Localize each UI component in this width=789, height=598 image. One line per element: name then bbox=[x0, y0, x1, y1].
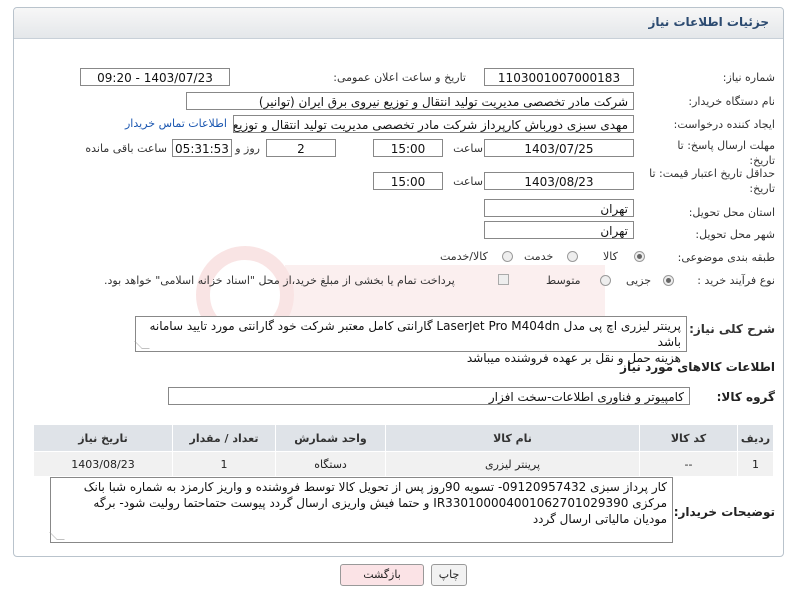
table-row: 1 -- پرینتر لیزری دستگاه 1 1403/08/23 bbox=[33, 451, 774, 477]
summary-line-2: هزینه حمل و نقل بر عهده فروشنده میباشد bbox=[466, 351, 681, 365]
purchase-option-medium: متوسط bbox=[546, 274, 581, 287]
deadline-label-date: تاریخ: bbox=[749, 154, 775, 167]
buyer-org-label: نام دستگاه خریدار: bbox=[688, 95, 775, 108]
category-label: طبقه بندی موضوعی: bbox=[677, 251, 775, 264]
treasury-payment-checkbox[interactable] bbox=[498, 274, 509, 285]
cell-date: 1403/08/23 bbox=[33, 451, 173, 477]
category-radio-goods[interactable] bbox=[634, 251, 645, 262]
category-radio-both[interactable] bbox=[502, 251, 513, 262]
province-label: استان محل تحویل: bbox=[688, 206, 775, 219]
cell-qty: 1 bbox=[172, 451, 276, 477]
buyer-org-field: شرکت مادر تخصصی مدیریت تولید انتقال و تو… bbox=[186, 92, 634, 110]
deadline-date-field: 1403/07/25 bbox=[484, 139, 634, 157]
need-number-field: 1103001007000183 bbox=[484, 68, 634, 86]
announce-field: 1403/07/23 - 09:20 bbox=[80, 68, 230, 86]
col-row: ردیف bbox=[737, 424, 774, 452]
need-details-page: جزئیات اطلاعات نیاز شماره نیاز: 11030010… bbox=[0, 0, 789, 598]
category-option-service: خدمت bbox=[524, 250, 554, 263]
cell-unit: دستگاه bbox=[275, 451, 386, 477]
contact-info-link[interactable]: اطلاعات تماس خریدار bbox=[125, 117, 227, 130]
city-field: تهران bbox=[484, 221, 634, 239]
purchase-radio-medium[interactable] bbox=[600, 275, 611, 286]
remaining-label: ساعت باقی مانده bbox=[85, 142, 167, 155]
validity-time-label: ساعت bbox=[453, 175, 483, 188]
validity-label-date: تاریخ: bbox=[749, 182, 775, 195]
purchase-type-label: نوع فرآیند خرید : bbox=[697, 274, 775, 287]
col-unit: واحد شمارش bbox=[275, 424, 386, 452]
col-name: نام کالا bbox=[385, 424, 640, 452]
days-label: روز و bbox=[235, 142, 260, 155]
creator-label: ایجاد کننده درخواست: bbox=[673, 118, 775, 131]
summary-line-1: پرینتر لیزری اچ پی مدل LaserJet Pro M404… bbox=[149, 319, 681, 349]
col-code: کد کالا bbox=[639, 424, 738, 452]
category-radio-service[interactable] bbox=[567, 251, 578, 262]
validity-date-field: 1403/08/23 bbox=[484, 172, 634, 190]
summary-label: شرح کلی نیاز: bbox=[689, 322, 775, 336]
validity-time-field: 15:00 bbox=[373, 172, 443, 190]
buyer-notes-text: کار پرداز سبزی 09120957432- تسویه 90روز … bbox=[83, 480, 667, 526]
cell-code: -- bbox=[639, 451, 738, 477]
goods-group-label: گروه کالا: bbox=[716, 390, 775, 404]
buyer-notes-label: توضیحات خریدار: bbox=[673, 505, 775, 519]
province-field: تهران bbox=[484, 199, 634, 217]
panel-header: جزئیات اطلاعات نیاز bbox=[14, 8, 783, 39]
treasury-payment-note: پرداخت تمام یا بخشی از مبلغ خرید،از محل … bbox=[104, 274, 455, 287]
summary-textarea[interactable]: پرینتر لیزری اچ پی مدل LaserJet Pro M404… bbox=[134, 316, 687, 365]
city-label: شهر محل تحویل: bbox=[695, 228, 775, 241]
validity-label: حداقل تاریخ اعتبار قیمت: تا bbox=[649, 167, 775, 180]
deadline-time-label: ساعت bbox=[453, 142, 483, 155]
announce-label: تاریخ و ساعت اعلان عمومی: bbox=[333, 71, 466, 84]
goods-section-title: اطلاعات کالاهای مورد نیاز bbox=[620, 360, 775, 374]
goods-table: ردیف کد کالا نام کالا واحد شمارش تعداد /… bbox=[33, 424, 774, 477]
cell-row: 1 bbox=[737, 451, 774, 477]
category-option-goods: کالا bbox=[603, 250, 618, 263]
cell-name: پرینتر لیزری bbox=[385, 451, 640, 477]
category-option-both: کالا/خدمت bbox=[440, 250, 488, 263]
remaining-time-field: 05:31:53 bbox=[172, 139, 232, 157]
goods-group-field: کامپیوتر و فناوری اطلاعات-سخت افزار bbox=[168, 387, 690, 405]
col-qty: تعداد / مقدار bbox=[172, 424, 276, 452]
buyer-notes-textarea[interactable]: کار پرداز سبزی 09120957432- تسویه 90روز … bbox=[49, 477, 673, 543]
purchase-option-minor: جزیی bbox=[626, 274, 652, 287]
goods-table-header: ردیف کد کالا نام کالا واحد شمارش تعداد /… bbox=[33, 424, 774, 452]
print-button[interactable]: چاپ bbox=[431, 564, 467, 586]
panel-title: جزئیات اطلاعات نیاز bbox=[648, 15, 769, 29]
col-date: تاریخ نیاز bbox=[33, 424, 173, 452]
resize-grip-icon[interactable] bbox=[49, 532, 65, 540]
days-field: 2 bbox=[266, 139, 336, 157]
purchase-radio-minor[interactable] bbox=[663, 275, 674, 286]
deadline-time-field: 15:00 bbox=[373, 139, 443, 157]
need-number-label: شماره نیاز: bbox=[722, 71, 775, 84]
creator-field: مهدی سبزی دورباش کارپرداز شرکت مادر تخصص… bbox=[233, 115, 634, 133]
deadline-label: مهلت ارسال پاسخ: تا bbox=[677, 139, 775, 152]
back-button[interactable]: بازگشت bbox=[340, 564, 424, 586]
